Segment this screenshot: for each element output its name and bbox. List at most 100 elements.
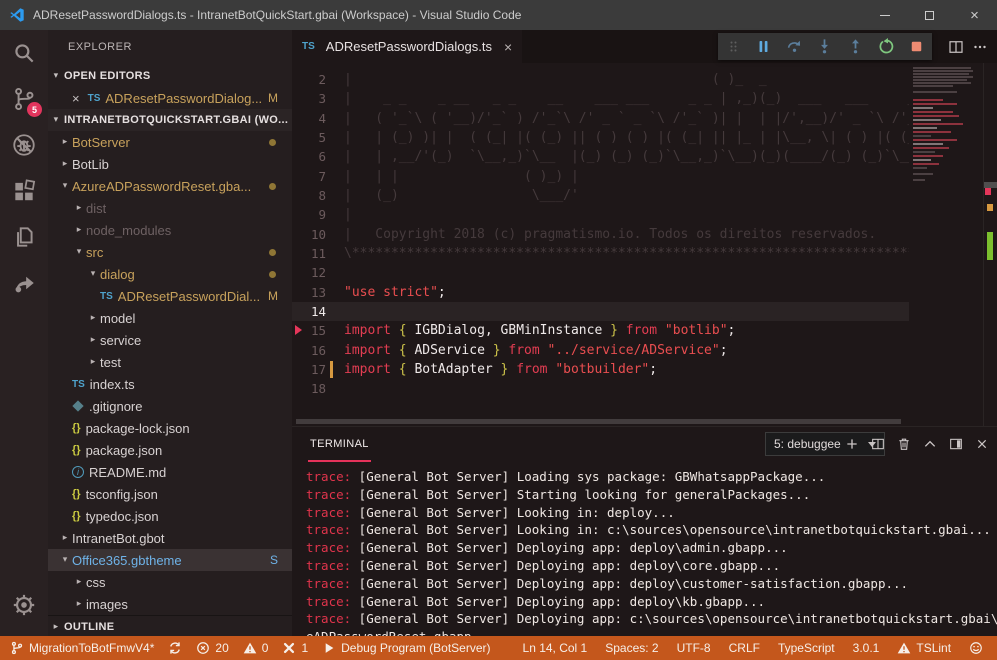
stop-button[interactable] <box>904 34 930 60</box>
chevron-right-icon: ▸ <box>72 225 86 235</box>
code-line-13[interactable]: 13"use strict"; <box>292 283 997 302</box>
activity-item-search[interactable] <box>0 30 48 76</box>
close-button[interactable]: × <box>952 0 997 30</box>
code-editor[interactable]: 2| ( )_ _3| _ _ _ __ _ _ __ ___ ___ _ _ … <box>292 63 997 426</box>
maximize-panel-button[interactable] <box>919 432 941 456</box>
tree-item-botlib[interactable]: ▸BotLib <box>48 153 292 175</box>
code-line-14[interactable]: 14 <box>292 302 997 321</box>
tree-item-images[interactable]: ▸images <box>48 593 292 615</box>
close-panel-button[interactable] <box>971 432 993 456</box>
tree-item-azureadpasswordreset-gba-[interactable]: ▾AzureADPasswordReset.gba... <box>48 175 292 197</box>
status-item-20[interactable]: 20 <box>196 641 228 655</box>
activity-item-share[interactable] <box>0 260 48 306</box>
code-line-3[interactable]: 3| _ _ _ __ _ _ __ ___ ___ _ _ | ,_)(_) … <box>292 89 997 108</box>
toggle-panel-button[interactable] <box>945 432 967 456</box>
close-editor-icon[interactable]: × <box>72 91 80 106</box>
drag-grip-button[interactable] <box>720 34 746 60</box>
status-item-typescript[interactable]: TypeScript <box>778 641 835 655</box>
status-item-ln-14-col-1[interactable]: Ln 14, Col 1 <box>523 641 588 655</box>
open-editor-item[interactable]: × TS ADResetPasswordDialog... M <box>48 87 292 109</box>
activity-item-settings-gear[interactable] <box>0 582 48 628</box>
code-line-2[interactable]: 2| ( )_ _ <box>292 70 997 89</box>
step-out-button[interactable] <box>843 34 869 60</box>
status-item-1[interactable]: 1 <box>282 641 308 655</box>
terminal-tab[interactable]: TERMINAL <box>308 427 371 462</box>
tree-item-node-modules[interactable]: ▸node_modules <box>48 219 292 241</box>
pause-button[interactable] <box>751 34 777 60</box>
tree-item-index-ts[interactable]: TSindex.ts <box>48 373 292 395</box>
tree-item-css[interactable]: ▸css <box>48 571 292 593</box>
workspace-header[interactable]: ▾ INTRANETBOTQUICKSTART.GBAI (WO... <box>48 109 292 131</box>
status-item-tslint[interactable]: TSLint <box>897 641 951 655</box>
activity-item-source-control[interactable]: 5 <box>0 76 48 122</box>
tree-item-intranetbot-gbot[interactable]: ▸IntranetBot.gbot <box>48 527 292 549</box>
terminal-output[interactable]: trace: [General Bot Server] Loading sys … <box>292 463 997 636</box>
step-into-button[interactable] <box>812 34 838 60</box>
editor-tab[interactable]: TS ADResetPasswordDialogs.ts × <box>292 30 522 63</box>
tree-item-botserver[interactable]: ▸BotServer <box>48 131 292 153</box>
tree-item-label: model <box>100 311 135 326</box>
tree-item--gitignore[interactable]: .gitignore <box>48 395 292 417</box>
tree-item-dialog[interactable]: ▾dialog <box>48 263 292 285</box>
split-terminal-button[interactable] <box>867 432 889 456</box>
status-item-crlf[interactable]: CRLF <box>729 641 760 655</box>
tree-item-office365-gbtheme[interactable]: ▾Office365.gbthemeS <box>48 549 292 571</box>
code-line-4[interactable]: 4| ( '_`\ ( '__)/'_` ) /'_`\ /' _ ` _ `\… <box>292 109 997 128</box>
new-terminal-button[interactable] <box>841 432 863 456</box>
tree-item-typedoc-json[interactable]: {}typedoc.json <box>48 505 292 527</box>
ts-file-icon: TS <box>302 41 315 52</box>
horizontal-scrollbar[interactable] <box>296 419 901 424</box>
minimap[interactable] <box>909 63 983 426</box>
code-line-9[interactable]: 9| <box>292 205 997 224</box>
outline-header[interactable]: ▸ OUTLINE <box>48 615 292 636</box>
status-item-spaces-2[interactable]: Spaces: 2 <box>605 641 658 655</box>
code-line-18[interactable]: 18 <box>292 379 997 398</box>
kill-terminal-button[interactable] <box>893 432 915 456</box>
status-item-sync[interactable] <box>168 641 182 655</box>
close-tab-icon[interactable]: × <box>504 39 512 55</box>
status-item-smiley[interactable] <box>969 641 983 655</box>
ts-file-icon: TS <box>88 93 101 104</box>
step-over-button[interactable] <box>781 34 807 60</box>
code-line-16[interactable]: 16import { ADService } from "../service/… <box>292 341 997 360</box>
code-line-6[interactable]: 6| | ,__/'(_) `\__,_)`\__ |(_) (_) (_)`\… <box>292 147 997 166</box>
overview-ruler-mark-error <box>985 188 991 195</box>
status-item-migrationtobotfmwv4-[interactable]: MigrationToBotFmwV4* <box>10 641 154 655</box>
tree-item-package-json[interactable]: {}package.json <box>48 439 292 461</box>
ts-file-icon: TS <box>100 291 113 302</box>
code-line-15[interactable]: 15import { IGBDialog, GBMinInstance } fr… <box>292 321 997 340</box>
tree-item-dist[interactable]: ▸dist <box>48 197 292 219</box>
status-bar: MigrationToBotFmwV4* 20 01 Debug Program (B… <box>0 636 997 660</box>
code-line-5[interactable]: 5| | (_) )| | ( (_| |( (_) || ( ) ( ) |(… <box>292 128 997 147</box>
titlebar: ADResetPasswordDialogs.ts - IntranetBotQ… <box>0 0 997 30</box>
open-editors-header[interactable]: ▾ OPEN EDITORS <box>48 65 292 87</box>
code-line-11[interactable]: 11\*************************************… <box>292 244 997 263</box>
activity-item-documents[interactable] <box>0 214 48 260</box>
more-actions-button[interactable] <box>971 38 989 56</box>
drag-grip-icon <box>724 37 743 56</box>
activity-item-debug-disabled[interactable] <box>0 122 48 168</box>
status-item-utf-8[interactable]: UTF-8 <box>677 641 711 655</box>
tree-item-service[interactable]: ▸service <box>48 329 292 351</box>
maximize-button[interactable] <box>907 0 952 30</box>
tree-item-model[interactable]: ▸model <box>48 307 292 329</box>
split-editor-button[interactable] <box>947 38 965 56</box>
code-line-8[interactable]: 8| (_) \___/' <box>292 186 997 205</box>
tree-item-src[interactable]: ▾src <box>48 241 292 263</box>
tree-item-adresetpassworddial-[interactable]: TSADResetPasswordDial...M <box>48 285 292 307</box>
code-line-10[interactable]: 10| Copyright 2018 (c) pragmatismo.io. T… <box>292 225 997 244</box>
status-item-3-0-1[interactable]: 3.0.1 <box>853 641 880 655</box>
tree-item-test[interactable]: ▸test <box>48 351 292 373</box>
code-line-12[interactable]: 12 <box>292 263 997 282</box>
tree-item-readme-md[interactable]: iREADME.md <box>48 461 292 483</box>
tree-item-tsconfig-json[interactable]: {}tsconfig.json <box>48 483 292 505</box>
status-item-debug-program-botserver-[interactable]: Debug Program (BotServer) <box>322 641 490 655</box>
code-line-7[interactable]: 7| | | ( )_) | <box>292 167 997 186</box>
status-item-0[interactable]: 0 <box>243 641 269 655</box>
restart-button[interactable] <box>873 34 899 60</box>
activity-item-extensions[interactable] <box>0 168 48 214</box>
minimize-button[interactable] <box>862 0 907 30</box>
code-text: | (_) \___/' <box>344 188 997 203</box>
tree-item-package-lock-json[interactable]: {}package-lock.json <box>48 417 292 439</box>
code-line-17[interactable]: 17import { BotAdapter } from "botbuilder… <box>292 360 997 379</box>
